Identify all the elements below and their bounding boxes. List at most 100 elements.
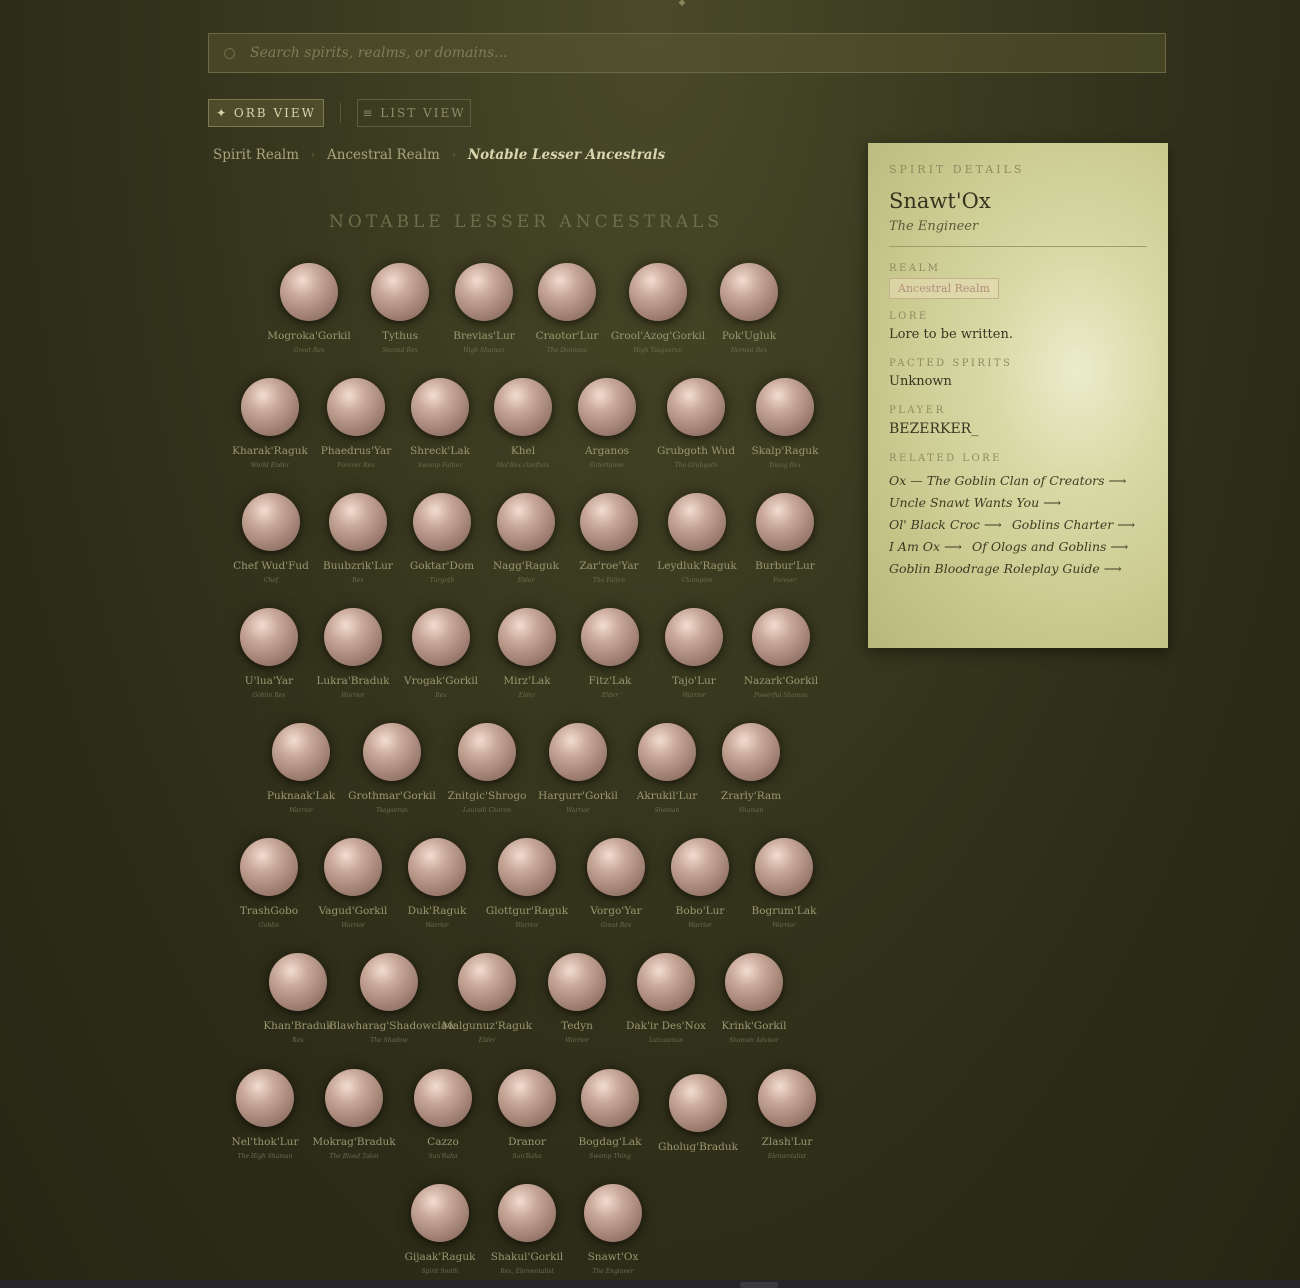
spirit-orb[interactable] xyxy=(581,1069,639,1127)
spirit-orb[interactable] xyxy=(629,263,687,321)
related-lore-link[interactable]: Uncle Snawt Wants You ⟶ xyxy=(889,495,1061,510)
spirit-orb[interactable] xyxy=(755,838,813,896)
breadcrumb-current: Notable Lesser Ancestrals xyxy=(467,147,666,163)
panel-header: SPIRIT DETAILS xyxy=(889,163,1025,176)
spirit-orb[interactable] xyxy=(327,378,385,436)
spirit-orb-name[interactable]: Nazark'Gorkil xyxy=(721,675,841,687)
spirit-orb[interactable] xyxy=(578,378,636,436)
list-view-button[interactable]: ≡ LIST VIEW xyxy=(357,99,471,127)
spirit-orb[interactable] xyxy=(497,493,555,551)
spirit-orb[interactable] xyxy=(498,608,556,666)
spirit-orb[interactable] xyxy=(325,1069,383,1127)
spirit-orb[interactable] xyxy=(360,953,418,1011)
spirit-orb[interactable] xyxy=(668,493,726,551)
spirit-orb-name[interactable]: Zlash'Lur xyxy=(727,1136,847,1148)
spirit-orb[interactable] xyxy=(413,493,471,551)
spirit-orb[interactable] xyxy=(671,838,729,896)
spirit-orb[interactable] xyxy=(280,263,338,321)
spirit-orb-name[interactable]: Zrarly'Ram xyxy=(691,790,811,802)
spirit-orb[interactable] xyxy=(363,723,421,781)
spirit-orb[interactable] xyxy=(269,953,327,1011)
spirit-orb[interactable] xyxy=(458,953,516,1011)
spirit-orb[interactable] xyxy=(411,378,469,436)
related-lore-link[interactable]: Goblins Charter ⟶ xyxy=(1012,517,1135,532)
spirit-orb-title: Forever xyxy=(773,577,797,584)
breadcrumb: Spirit Realm › Ancestral Realm › Notable… xyxy=(213,147,665,163)
related-lore-link[interactable]: I Am Ox ⟶ xyxy=(889,539,962,554)
spirit-orb[interactable] xyxy=(458,723,516,781)
spirit-orb[interactable] xyxy=(498,838,556,896)
spirit-orb[interactable] xyxy=(538,263,596,321)
spirit-orb[interactable] xyxy=(498,1184,556,1242)
spirit-orb-name[interactable]: Snawt'Ox xyxy=(553,1251,673,1263)
spirit-orb[interactable] xyxy=(240,608,298,666)
spirit-orb[interactable] xyxy=(725,953,783,1011)
related-lore-link[interactable]: Goblin Bloodrage Roleplay Guide ⟶ xyxy=(889,561,1122,576)
pacted-spirits-label: PACTED SPIRITS xyxy=(889,358,1013,369)
search-input[interactable] xyxy=(248,44,1165,62)
spirit-orb[interactable] xyxy=(720,263,778,321)
scroll-indicator-icon: ◆ xyxy=(678,0,686,8)
spirit-orb[interactable] xyxy=(241,378,299,436)
search-icon xyxy=(224,47,235,59)
spirit-orb-name[interactable]: Burbur'Lur xyxy=(725,560,845,572)
spirit-orb[interactable] xyxy=(494,378,552,436)
lore-text: Lore to be written. xyxy=(889,327,1013,342)
spirit-orb-title: The Engineer xyxy=(592,1268,634,1275)
spirit-details-panel: SPIRIT DETAILS Snawt'Ox The Engineer REA… xyxy=(868,143,1168,648)
spirit-orb[interactable] xyxy=(324,838,382,896)
scrollbar-thumb[interactable] xyxy=(740,1282,778,1288)
spirit-orb[interactable] xyxy=(242,493,300,551)
spirit-orb[interactable] xyxy=(722,723,780,781)
view-divider xyxy=(340,103,341,123)
spirit-orb[interactable] xyxy=(408,838,466,896)
spirit-orb[interactable] xyxy=(752,608,810,666)
spirit-orb[interactable] xyxy=(455,263,513,321)
spirit-orb[interactable] xyxy=(272,723,330,781)
spirit-orb[interactable] xyxy=(411,1184,469,1242)
spirit-orb[interactable] xyxy=(587,838,645,896)
spirit-orb[interactable] xyxy=(236,1069,294,1127)
breadcrumb-ancestral-realm[interactable]: Ancestral Realm xyxy=(327,147,440,163)
spirit-orb[interactable] xyxy=(758,1069,816,1127)
spirit-orb[interactable] xyxy=(324,608,382,666)
search-bar[interactable] xyxy=(208,33,1166,73)
spirit-orb-name[interactable]: Pok'Ugluk xyxy=(689,330,809,342)
spirit-orb-title: Swamp Thing xyxy=(589,1153,631,1160)
related-lore-label: RELATED LORE xyxy=(889,453,1002,464)
spirit-orb[interactable] xyxy=(669,1074,727,1132)
spirit-orb[interactable] xyxy=(414,1069,472,1127)
spirit-orb-title: Powerful Shaman xyxy=(754,692,808,699)
spirit-orb[interactable] xyxy=(329,493,387,551)
realm-badge[interactable]: Ancestral Realm xyxy=(889,278,999,299)
spirit-orb-name[interactable]: Bogrum'Lak xyxy=(724,905,844,917)
player-label: PLAYER xyxy=(889,405,946,416)
breadcrumb-separator-icon: › xyxy=(311,149,316,161)
spirit-orb[interactable] xyxy=(667,378,725,436)
spirit-orb[interactable] xyxy=(549,723,607,781)
spirit-orb-name[interactable]: Skalp'Raguk xyxy=(725,445,845,457)
spirit-orb[interactable] xyxy=(580,493,638,551)
spirit-orb[interactable] xyxy=(371,263,429,321)
spirit-orb[interactable] xyxy=(240,838,298,896)
spirit-orb[interactable] xyxy=(584,1184,642,1242)
spirit-orb-name[interactable]: Krink'Gorkil xyxy=(694,1020,814,1032)
spirit-orb[interactable] xyxy=(638,723,696,781)
breadcrumb-spirit-realm[interactable]: Spirit Realm xyxy=(213,147,299,163)
spirit-orb[interactable] xyxy=(581,608,639,666)
spirit-orb[interactable] xyxy=(665,608,723,666)
orb-view-button[interactable]: ✦ ORB VIEW xyxy=(208,99,324,127)
related-lore-link[interactable]: Ol' Black Croc ⟶ xyxy=(889,517,1002,532)
spirit-orb[interactable] xyxy=(412,608,470,666)
related-lore-link[interactable]: Ox — The Goblin Clan of Creators ⟶ xyxy=(889,473,1126,488)
spirit-orb[interactable] xyxy=(498,1069,556,1127)
spirit-orb[interactable] xyxy=(756,493,814,551)
player-value: BEZERKER_ xyxy=(889,421,979,437)
related-lore-link[interactable]: Of Ologs and Goblins ⟶ xyxy=(972,539,1128,554)
spirit-orb[interactable] xyxy=(637,953,695,1011)
spirit-orb-title: Shaman xyxy=(738,807,764,814)
spirit-orb-title: Young Rex xyxy=(769,462,801,469)
spirit-orb[interactable] xyxy=(548,953,606,1011)
spirit-orb[interactable] xyxy=(756,378,814,436)
horizontal-scrollbar[interactable] xyxy=(0,1280,1300,1288)
